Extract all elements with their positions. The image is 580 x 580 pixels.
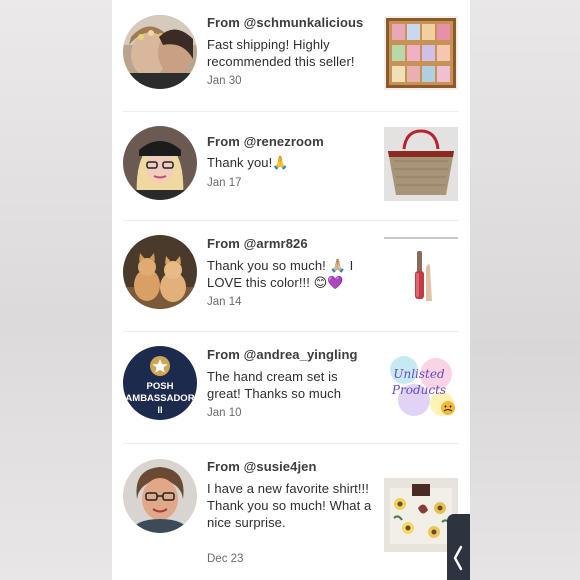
review-message: Fast shipping! Highly recommended this s… (207, 37, 355, 69)
review-from[interactable]: From @schmunkalicious (207, 15, 363, 30)
ambassador-badge-text: POSH AMBASSADOR II (125, 381, 195, 416)
unlisted-products-thumbnail[interactable]: Unlisted Products (384, 348, 458, 422)
tote-bag-thumbnail[interactable] (384, 127, 458, 201)
drawer-toggle-button[interactable] (447, 514, 470, 580)
woman-with-cap-avatar[interactable] (123, 126, 197, 200)
review-date: Jan 10 (207, 407, 242, 419)
perfume-gift-box-thumbnail[interactable] (384, 16, 458, 90)
review-from[interactable]: From @andrea_yingling (207, 347, 358, 362)
divider (123, 111, 458, 112)
review-message: I have a new favorite shirt!!! Thank you… (207, 481, 372, 530)
unlisted-products-label: Unlisted Products (391, 367, 447, 397)
posh-ambassador-avatar[interactable]: POSH AMBASSADOR II (123, 346, 197, 420)
review-date: Dec 23 (207, 553, 244, 565)
woman-with-glasses-avatar[interactable] (123, 459, 197, 533)
lip-gloss-thumbnail[interactable] (384, 237, 458, 311)
divider (123, 443, 458, 444)
chevron-left-icon (453, 545, 463, 571)
review-date: Jan 14 (207, 296, 242, 308)
review-from[interactable]: From @renezroom (207, 134, 324, 149)
review-message: The hand cream set is great! Thanks so m… (207, 369, 342, 401)
two-cats-avatar[interactable] (123, 235, 197, 309)
review-date: Jan 30 (207, 75, 242, 87)
review-date: Jan 17 (207, 177, 242, 189)
divider (123, 220, 458, 221)
review-message: Thank you so much! 🙏🏼 I LOVE this color!… (207, 258, 354, 290)
review-from[interactable]: From @susie4jen (207, 459, 317, 474)
review-from[interactable]: From @armr826 (207, 236, 308, 251)
love-notes-panel: From @schmunkalicious Fast shipping! Hig… (112, 0, 470, 580)
background-right (470, 0, 580, 580)
couple-photo-avatar[interactable] (123, 15, 197, 89)
review-message: Thank you!🙏 (207, 155, 289, 170)
background-left (0, 0, 112, 580)
divider (123, 331, 458, 332)
